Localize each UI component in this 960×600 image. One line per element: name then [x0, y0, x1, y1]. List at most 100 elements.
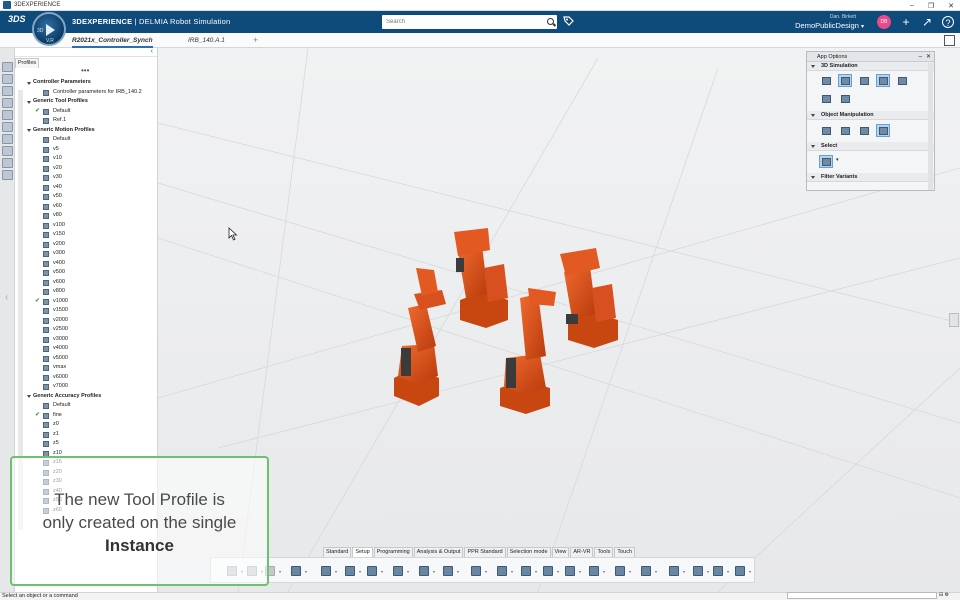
tree-tool-icon[interactable] [2, 146, 13, 156]
tree-item[interactable]: Controller parameters for IRB_140.2 [15, 88, 157, 98]
simulation-report-icon[interactable] [838, 92, 852, 105]
status-settings-icon[interactable]: ⚙ [945, 592, 949, 598]
section-tab[interactable]: Analysis & Output [413, 547, 464, 557]
robot-connect-icon[interactable]: ▾ [613, 564, 631, 578]
robot-path-icon[interactable]: ▾ [519, 564, 537, 578]
tree-item[interactable]: vmax [15, 363, 157, 373]
simulation-clash-icon[interactable] [819, 92, 833, 105]
chevron-down-icon[interactable]: ▾ [305, 569, 307, 574]
robot-tool-icon[interactable]: ▾ [469, 564, 487, 578]
tree-item[interactable]: v2500 [15, 325, 157, 335]
tab-irb-140[interactable]: IRB_140.A.1 [188, 33, 225, 48]
section-tab[interactable]: AR-VR [570, 547, 594, 557]
chevron-down-icon[interactable]: ▾ [683, 569, 685, 574]
manipulate-free-icon[interactable] [819, 124, 833, 137]
chevron-down-icon[interactable]: ▾ [457, 569, 459, 574]
new-tab-button[interactable]: + [253, 33, 258, 48]
tree-item[interactable]: v5 [15, 145, 157, 155]
manipulate-tools-icon[interactable] [838, 124, 852, 137]
tree-category[interactable]: Generic Accuracy Profiles [15, 392, 157, 402]
section-filter-variants[interactable]: Filter Variants [807, 173, 934, 182]
tree-tool-icon[interactable] [2, 74, 13, 84]
tree-item[interactable]: v1500 [15, 306, 157, 316]
app-options-scrollbar[interactable] [928, 63, 933, 190]
undo-icon[interactable]: ▾ [289, 564, 307, 578]
tree-item[interactable]: v60 [15, 202, 157, 212]
tree-tool-icon[interactable] [2, 134, 13, 144]
maximize-button[interactable]: ❐ [928, 2, 934, 10]
search-input[interactable] [382, 16, 545, 28]
home-icon[interactable] [2, 170, 13, 180]
chevron-down-icon[interactable]: ▾ [433, 569, 435, 574]
chevron-down-icon[interactable]: ▾ [603, 569, 605, 574]
tree-tool-icon[interactable] [2, 62, 13, 72]
simulation-mode-icon[interactable] [838, 74, 852, 87]
tag-icon[interactable] [562, 15, 574, 27]
maximize-viewer-icon[interactable] [944, 35, 955, 46]
expand-left-chevron-icon[interactable]: ‹ [5, 292, 8, 303]
tree-item[interactable]: v20 [15, 164, 157, 174]
tree-item[interactable]: ✔ fine [15, 411, 157, 421]
section-tab[interactable]: PPR Standard [464, 547, 506, 557]
compass-widget[interactable]: 3D V,R [32, 12, 66, 46]
chevron-down-icon[interactable]: ▾ [381, 569, 383, 574]
chevron-down-icon[interactable]: ▾ [836, 157, 839, 163]
close-button[interactable]: ✕ [948, 2, 954, 10]
chevron-down-icon[interactable]: ▾ [655, 569, 657, 574]
chevron-down-icon[interactable]: ▾ [707, 569, 709, 574]
tree-item[interactable]: v300 [15, 249, 157, 259]
robot-move-icon[interactable]: ▾ [639, 564, 657, 578]
chevron-down-icon[interactable]: ▾ [359, 569, 361, 574]
robot-mech-icon[interactable]: ▾ [711, 564, 729, 578]
chevron-down-icon[interactable]: ▾ [579, 569, 581, 574]
tree-item[interactable]: v10 [15, 154, 157, 164]
tree-item[interactable]: v150 [15, 230, 157, 240]
chevron-down-icon[interactable]: ▾ [279, 569, 281, 574]
simulation-check-icon[interactable] [895, 74, 909, 87]
tab-profiles[interactable]: Profiles [15, 58, 39, 68]
tree-item[interactable]: v7000 [15, 382, 157, 392]
section-object-manipulation[interactable]: Object Manipulation [807, 111, 934, 120]
tree-item[interactable]: v5000 [15, 354, 157, 364]
section-tab[interactable]: Standard [323, 547, 352, 557]
tree-item[interactable]: Default [15, 401, 157, 411]
section-3d-simulation[interactable]: 3D Simulation [807, 62, 934, 71]
tree-tool-icon[interactable] [2, 158, 13, 168]
robot-1[interactable] [394, 268, 446, 406]
minimize-panel-button[interactable]: – [919, 52, 922, 62]
expand-triangle-icon[interactable] [27, 129, 31, 132]
section-tab[interactable]: Programming [373, 547, 413, 557]
section-tab[interactable]: Touch [614, 547, 636, 557]
robot-sequence-icon[interactable]: ▾ [563, 564, 581, 578]
expand-triangle-icon[interactable] [27, 81, 31, 85]
manipulate-snap-icon[interactable] [857, 124, 871, 137]
chevron-down-icon[interactable]: ▾ [335, 569, 337, 574]
tree-item[interactable]: v500 [15, 268, 157, 278]
tree-item[interactable]: v200 [15, 240, 157, 250]
robot-ik-icon[interactable]: ▾ [691, 564, 709, 578]
tree-item[interactable]: ✔ Default [15, 107, 157, 117]
robot-reach-icon[interactable]: ▾ [495, 564, 513, 578]
expand-triangle-icon[interactable] [27, 395, 31, 398]
status-filter-icon[interactable]: ⊟ [939, 592, 943, 598]
chevron-down-icon[interactable]: ▾ [727, 569, 729, 574]
more-options-icon[interactable]: ••• [81, 67, 89, 75]
avatar[interactable]: DB [877, 15, 891, 29]
minimize-button[interactable]: – [910, 2, 914, 9]
tree-category[interactable]: Generic Tool Profiles [15, 97, 157, 107]
tree-item[interactable]: v30 [15, 173, 157, 183]
tree-tool-icon[interactable] [2, 86, 13, 96]
section-tab[interactable]: Selection mode [506, 547, 551, 557]
dassault-logo-icon[interactable]: 3DS [8, 14, 26, 30]
tree-item[interactable]: Default [15, 135, 157, 145]
robot-mount-icon[interactable]: ▾ [441, 564, 459, 578]
manipulate-attach-icon[interactable] [876, 124, 890, 137]
tree-tool-icon[interactable] [2, 98, 13, 108]
tree-item[interactable]: v80 [15, 211, 157, 221]
chevron-down-icon[interactable]: ▾ [485, 569, 487, 574]
tree-item[interactable]: v800 [15, 287, 157, 297]
collapse-panel-icon[interactable]: ‹ [151, 48, 153, 55]
tree-item[interactable]: v2000 [15, 316, 157, 326]
tree-item[interactable]: z5 [15, 439, 157, 449]
robot-points-icon[interactable]: ▾ [587, 564, 605, 578]
